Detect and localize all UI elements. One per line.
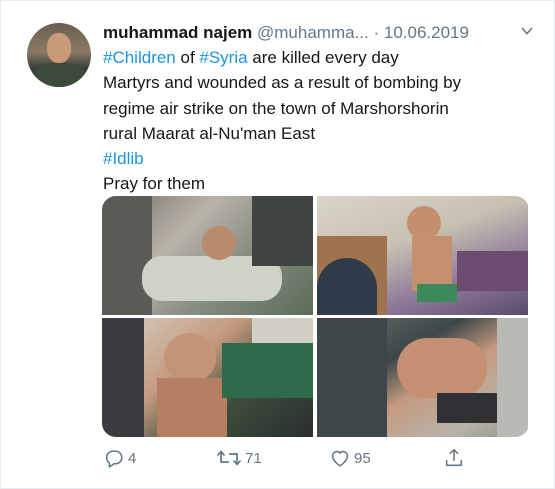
retweet-button[interactable]: 71 [216,443,262,473]
author-name[interactable]: muhammad najem [103,23,252,42]
tweet-text: #Children of #Syria are killed every day… [103,45,533,197]
photo-2-shorts [417,284,457,302]
photo-2[interactable] [317,196,528,315]
photo-4[interactable] [317,318,528,437]
tweet-date[interactable]: 10.06.2019 [384,23,469,42]
photo-3-torso [157,378,227,437]
author-handle[interactable]: @muhamma... [257,23,369,42]
photo-1-dark-area [102,196,152,315]
photo-3-person [102,318,144,437]
reply-icon [103,447,125,469]
media-grid [102,196,529,437]
avatar-shirt [33,63,85,87]
photo-2-head [407,206,441,240]
share-icon [443,447,465,469]
photo-1[interactable] [102,196,313,315]
photo-1-seat [252,196,313,266]
share-button[interactable] [443,443,465,473]
photo-3-head [164,333,216,383]
photo-4-person [317,318,387,437]
tweet-line-3: regime air strike on the town of Marshor… [103,98,449,118]
tweet-header: muhammad najem @muhamma... · 10.06.2019 [103,20,534,46]
tweet-card[interactable]: muhammad najem @muhamma... · 10.06.2019 … [0,0,555,489]
photo-3-child [222,343,313,398]
tweet-line-2: Martyrs and wounded as a result of bombi… [103,73,462,93]
like-button[interactable]: 95 [329,443,371,473]
text-rest: are killed every day [247,48,399,67]
avatar[interactable] [27,23,91,87]
reply-count: 4 [128,449,137,467]
photo-2-person [317,258,377,315]
hashtag-children[interactable]: #Children [103,48,176,67]
reply-button[interactable]: 4 [103,443,136,473]
hashtag-idlib[interactable]: #Idlib [103,146,533,171]
photo-1-head [202,226,236,260]
tweet-actions: 4 71 95 [103,443,543,473]
photo-4-child [397,338,487,398]
like-count: 95 [354,449,371,467]
text-of: of [175,48,200,67]
photo-3[interactable] [102,318,313,437]
photo-4-wall [497,318,528,437]
tweet-line-1: #Children of #Syria are killed every day [103,45,533,70]
photo-2-bed [457,251,528,291]
hashtag-syria[interactable]: #Syria [199,48,247,67]
photo-2-torso [412,236,452,291]
header-separator: · [373,23,380,42]
avatar-face [47,33,71,63]
chevron-down-icon[interactable] [520,20,534,46]
photo-3-wall [252,318,313,343]
retweet-count: 71 [245,449,262,467]
retweet-icon [216,447,242,469]
tweet-line-5: Pray for them [103,174,206,194]
tweet-line-4: rural Maarat al-Nu'man East [103,123,316,143]
heart-icon [329,447,351,469]
